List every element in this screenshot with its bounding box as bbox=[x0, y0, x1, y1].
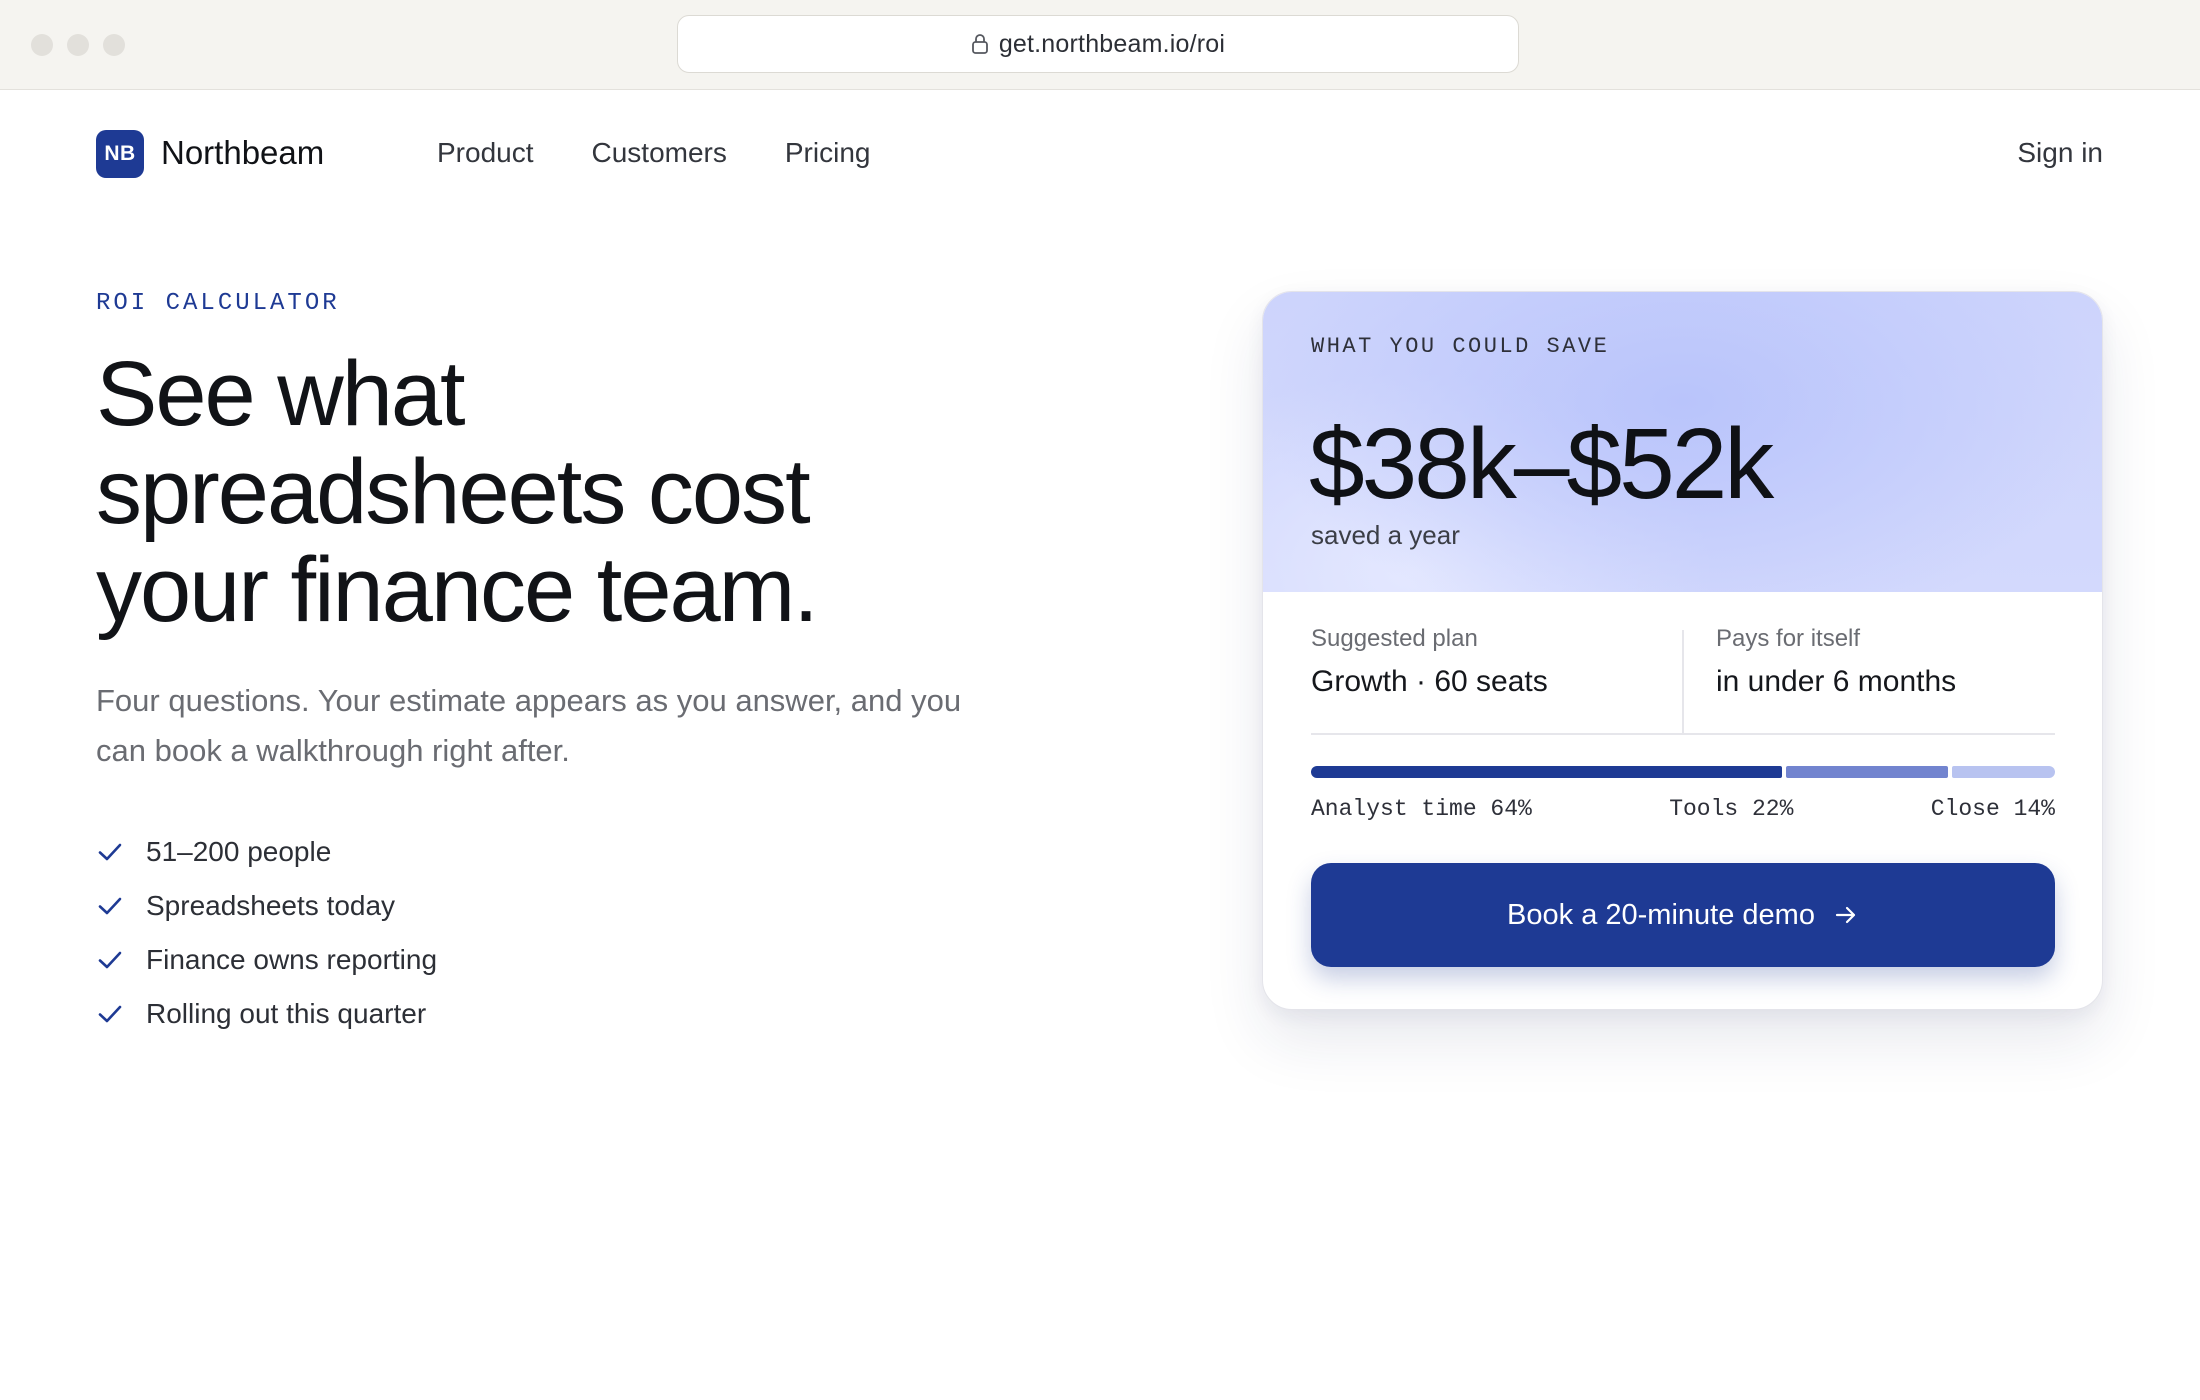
url-text: get.northbeam.io/roi bbox=[998, 29, 1226, 58]
payback-value: in under 6 months bbox=[1716, 665, 1957, 698]
maximize-window-dot[interactable] bbox=[103, 34, 125, 56]
plan-label: Suggested plan bbox=[1311, 625, 1478, 652]
nav-link-product[interactable]: Product bbox=[437, 137, 534, 169]
suggested-plan: Suggested plan Growth · 60 seats bbox=[1311, 625, 1548, 699]
book-demo-label: Book a 20-minute demo bbox=[1507, 898, 1815, 931]
card-eyebrow: WHAT YOU COULD SAVE bbox=[1311, 334, 1610, 359]
lock-icon bbox=[971, 34, 988, 54]
breakdown-segment-tools bbox=[1786, 766, 1948, 778]
breakdown-segment-close bbox=[1951, 766, 2055, 778]
savings-breakdown-bar bbox=[1311, 766, 2055, 778]
check-icon bbox=[98, 843, 122, 861]
savings-header: WHAT YOU COULD SAVE $38k–$52k saved a ye… bbox=[1263, 292, 2102, 592]
payback-label: Pays for itself bbox=[1716, 625, 1861, 652]
breakdown-segment-analyst-time bbox=[1311, 766, 1783, 778]
answer-text: Finance owns reporting bbox=[146, 944, 438, 975]
site-nav: NB Northbeam Product Customers Pricing S… bbox=[0, 90, 2200, 220]
list-item: Spreadsheets today bbox=[96, 879, 437, 933]
list-item: Finance owns reporting bbox=[96, 933, 437, 987]
close-window-dot[interactable] bbox=[31, 34, 53, 56]
headline-line: your finance team. bbox=[96, 539, 819, 641]
payback-period: Pays for itself in under 6 months bbox=[1716, 625, 1956, 699]
hero-subhead: Four questions. Your estimate appears as… bbox=[96, 683, 962, 768]
savings-caption: saved a year bbox=[1311, 520, 1460, 550]
list-item: 51–200 people bbox=[96, 825, 437, 879]
answer-text: Rolling out this quarter bbox=[146, 998, 427, 1029]
breakdown-label-analyst-time: Analyst time 64% bbox=[1311, 796, 1532, 822]
stat-divider bbox=[1682, 630, 1684, 734]
browser-chrome: get.northbeam.io/roi bbox=[0, 0, 2200, 90]
answer-text: Spreadsheets today bbox=[146, 890, 396, 921]
hero-headline: See what spreadsheets cost your finance … bbox=[96, 345, 996, 639]
headline-line: spreadsheets cost bbox=[96, 441, 811, 543]
book-demo-button[interactable]: Book a 20-minute demo bbox=[1311, 863, 2055, 967]
plan-value: Growth · 60 seats bbox=[1311, 665, 1548, 698]
section-divider bbox=[1311, 733, 2055, 735]
hero-eyebrow: ROI CALCULATOR bbox=[96, 290, 340, 317]
brand-name[interactable]: Northbeam bbox=[161, 134, 324, 172]
address-bar[interactable]: get.northbeam.io/roi bbox=[677, 15, 1519, 73]
logo-mark[interactable]: NB bbox=[96, 130, 144, 178]
savings-card: WHAT YOU COULD SAVE $38k–$52k saved a ye… bbox=[1262, 291, 2103, 1010]
savings-breakdown-labels: Analyst time 64% Tools 22% Close 14% bbox=[1311, 796, 2055, 822]
arrow-right-icon bbox=[1835, 906, 1856, 924]
nav-link-pricing[interactable]: Pricing bbox=[785, 137, 871, 169]
check-icon bbox=[98, 951, 122, 969]
minimize-window-dot[interactable] bbox=[67, 34, 89, 56]
window-controls bbox=[31, 34, 125, 56]
nav-link-customers[interactable]: Customers bbox=[592, 137, 727, 169]
sign-in-link[interactable]: Sign in bbox=[2017, 137, 2103, 169]
answer-text: 51–200 people bbox=[146, 836, 332, 867]
savings-range: $38k–$52k bbox=[1309, 408, 1774, 520]
breakdown-label-tools: Tools 22% bbox=[1669, 796, 1794, 822]
list-item: Rolling out this quarter bbox=[96, 987, 437, 1041]
breakdown-label-close: Close 14% bbox=[1930, 796, 2055, 822]
headline-line: See what bbox=[96, 343, 466, 445]
check-icon bbox=[98, 897, 122, 915]
nav-links: Product Customers Pricing bbox=[437, 137, 870, 169]
answer-checklist: 51–200 people Spreadsheets today Finance… bbox=[96, 825, 437, 1041]
check-icon bbox=[98, 1005, 122, 1023]
